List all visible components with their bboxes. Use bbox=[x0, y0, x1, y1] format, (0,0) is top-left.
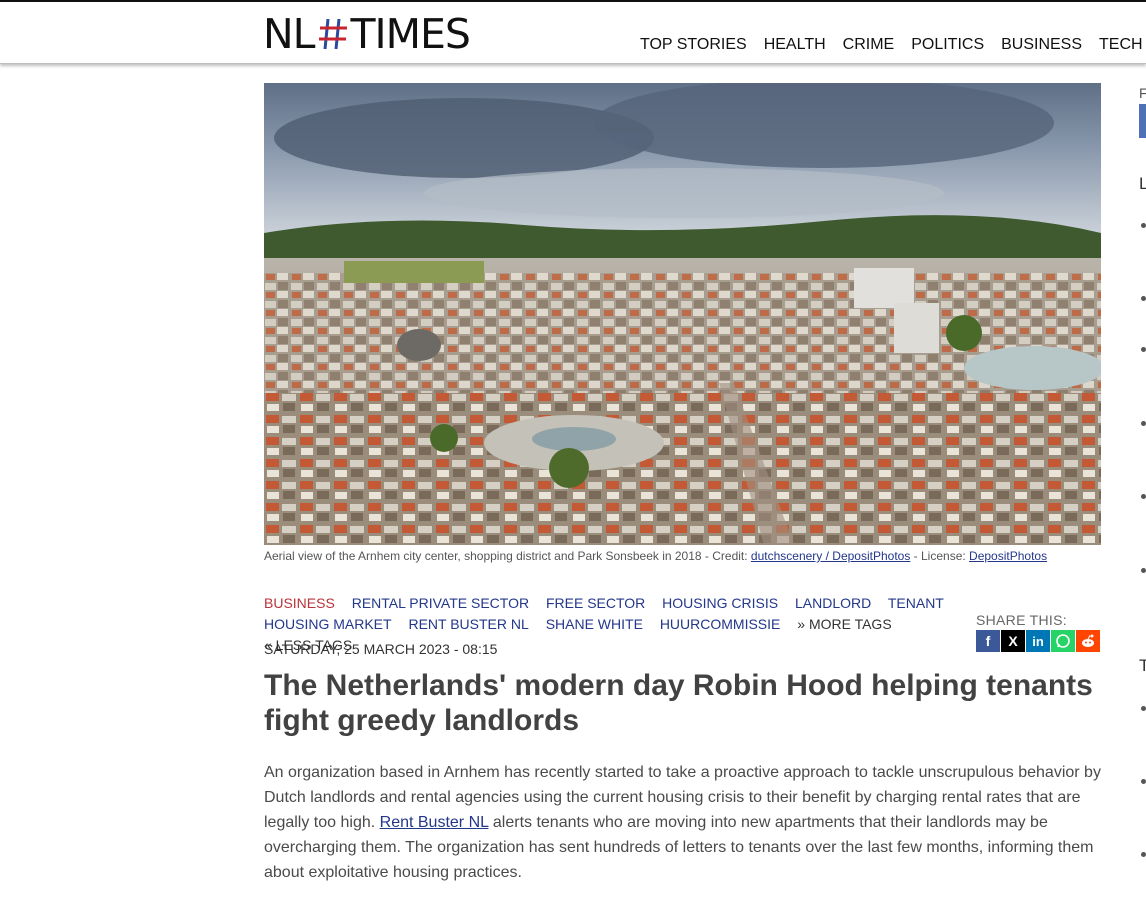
nav-health[interactable]: HEALTH bbox=[764, 35, 826, 55]
image-caption: Aerial view of the Arnhem city center, s… bbox=[264, 549, 1047, 563]
logo-hash-icon bbox=[318, 18, 347, 50]
linkedin-icon[interactable]: in bbox=[1026, 630, 1050, 652]
tag-category-business[interactable]: BUSINESS bbox=[264, 595, 335, 611]
share-box: SHARE THIS: f X in bbox=[976, 612, 1101, 652]
site-logo[interactable]: NL TIMES bbox=[263, 10, 471, 58]
tag-free-sector[interactable]: FREE SECTOR bbox=[546, 595, 645, 611]
photo-credit-link[interactable]: dutchscenery / DepositPhotos bbox=[751, 549, 910, 563]
nav-politics[interactable]: POLITICS bbox=[911, 35, 984, 55]
facebook-icon[interactable]: f bbox=[976, 630, 1000, 652]
sidebar-list-bullet bbox=[1141, 347, 1146, 352]
sidebar-heading-fragment-t: T bbox=[1139, 656, 1146, 675]
license-link[interactable]: DepositPhotos bbox=[969, 549, 1047, 563]
sidebar-list-bullet bbox=[1141, 223, 1146, 228]
nav-crime[interactable]: CRIME bbox=[843, 35, 895, 55]
sidebar-list-bullet bbox=[1141, 568, 1146, 573]
tag-housing-market[interactable]: HOUSING MARKET bbox=[264, 616, 392, 632]
sidebar-heading-fragment-f: F bbox=[1139, 85, 1146, 101]
whatsapp-icon[interactable] bbox=[1051, 630, 1075, 652]
tag-landlord[interactable]: LANDLORD bbox=[795, 595, 871, 611]
article-hero-image[interactable] bbox=[264, 83, 1101, 545]
nav-tech[interactable]: TECH bbox=[1099, 35, 1143, 55]
reddit-icon[interactable] bbox=[1076, 630, 1100, 652]
logo-text-times: TIMES bbox=[350, 10, 471, 58]
article-title: The Netherlands' modern day Robin Hood h… bbox=[264, 669, 1093, 737]
rent-buster-link[interactable]: Rent Buster NL bbox=[380, 814, 489, 831]
sidebar-list-bullet bbox=[1141, 494, 1146, 499]
sidebar-social-button[interactable] bbox=[1139, 104, 1146, 138]
nav-top-stories[interactable]: TOP STORIES bbox=[640, 35, 747, 55]
sidebar-heading-fragment-l: L bbox=[1139, 174, 1146, 193]
share-icons: f X in bbox=[976, 630, 1101, 652]
tag-tenant[interactable]: TENANT bbox=[888, 595, 944, 611]
article-date: SATURDAY, 25 MARCH 2023 - 08:15 bbox=[264, 641, 498, 657]
tag-huurcommissie[interactable]: HUURCOMMISSIE bbox=[660, 616, 781, 632]
sidebar-list-bullet bbox=[1141, 706, 1146, 711]
article-body-paragraph: An organization based in Arnhem has rece… bbox=[264, 760, 1104, 885]
sidebar-list-bullet bbox=[1141, 779, 1146, 784]
tag-shane-white[interactable]: SHANE WHITE bbox=[546, 616, 643, 632]
sidebar-list-bullet bbox=[1141, 852, 1146, 857]
aerial-city-photo bbox=[264, 83, 1101, 545]
logo-text-nl: NL bbox=[263, 10, 316, 58]
caption-text: Aerial view of the Arnhem city center, s… bbox=[264, 549, 751, 563]
share-label: SHARE THIS: bbox=[976, 612, 1067, 628]
sidebar-list-bullet bbox=[1141, 296, 1146, 301]
more-tags-toggle[interactable]: » MORE TAGS bbox=[797, 616, 891, 632]
license-prefix: - License: bbox=[910, 549, 970, 563]
site-header: NL TIMES TOP STORIES HEALTH CRIME POLITI… bbox=[0, 2, 1146, 64]
x-icon[interactable]: X bbox=[1001, 630, 1025, 652]
tag-housing-crisis[interactable]: HOUSING CRISIS bbox=[662, 595, 778, 611]
nav-business[interactable]: BUSINESS bbox=[1001, 35, 1082, 55]
main-navigation: TOP STORIES HEALTH CRIME POLITICS BUSINE… bbox=[640, 35, 1146, 55]
sidebar-list-bullet bbox=[1141, 421, 1146, 426]
tag-rental-private-sector[interactable]: RENTAL PRIVATE SECTOR bbox=[352, 595, 529, 611]
tag-rent-buster-nl[interactable]: RENT BUSTER NL bbox=[408, 616, 528, 632]
tags-row-1: BUSINESS RENTAL PRIVATE SECTOR FREE SECT… bbox=[264, 593, 964, 614]
